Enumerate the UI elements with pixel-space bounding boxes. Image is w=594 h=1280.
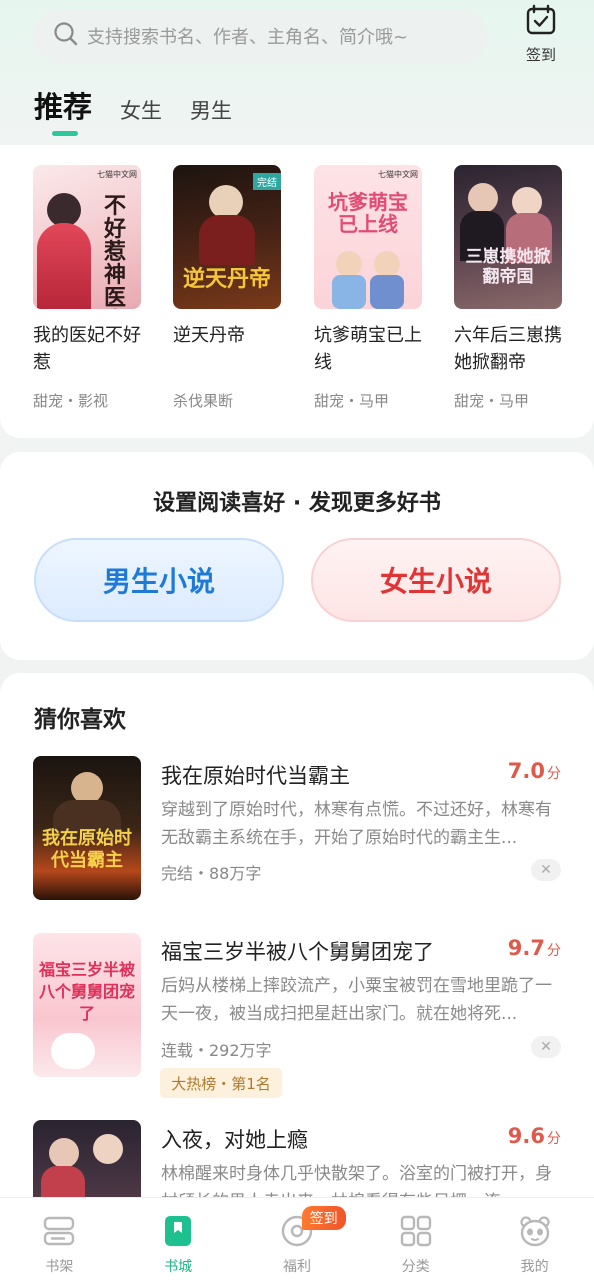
book-meta: 甜宠・马甲	[454, 392, 530, 410]
nav-bookshelf[interactable]: 书架	[0, 1198, 119, 1280]
book-meta: 甜宠・影视	[33, 392, 109, 410]
book-meta: 完结・88万字	[161, 864, 262, 883]
nav-label: 书城	[164, 1259, 193, 1275]
category-tabs: 推荐 女生 男生	[34, 86, 260, 136]
tab-male[interactable]: 男生	[190, 90, 232, 132]
signin-button[interactable]: 签到	[514, 4, 568, 64]
book-cover: 逆天丹帝 完结	[173, 165, 281, 309]
score-unit: 分	[547, 943, 561, 959]
coin-icon	[280, 1215, 314, 1252]
nav-label: 我的	[520, 1259, 549, 1275]
signin-badge: 签到	[301, 1206, 346, 1230]
nav-label: 书架	[45, 1259, 74, 1275]
signin-label: 签到	[525, 46, 556, 64]
grid-icon	[399, 1215, 433, 1252]
search-bar[interactable]: 支持搜索书名、作者、主角名、简介哦~	[33, 9, 488, 63]
bookshelf-icon	[42, 1216, 76, 1252]
nav-bookstore[interactable]: 书城	[119, 1198, 238, 1280]
book-title: 六年后三崽携她掀翻帝	[454, 325, 562, 373]
book-description: 林棉醒来时身体几乎快散架了。浴室的门被打开，身材颀长的男人走出来，林棉看得有些呆…	[161, 1164, 552, 1197]
book-description: 穿越到了原始时代，林寒有点慌。不过还好，林寒有无敌霸主系统在手，开始了原始时代的…	[161, 800, 552, 848]
book-meta: 甜宠・马甲	[314, 392, 390, 410]
book-title[interactable]: 我在原始时代当霸主	[161, 760, 350, 790]
tab-recommend[interactable]: 推荐	[34, 86, 92, 136]
nav-label: 分类	[401, 1259, 430, 1275]
recommended-book[interactable]: 不好惹神医毒妃 七猫中文网 我的医妃不好惹 甜宠・影视	[33, 165, 141, 411]
nav-profile[interactable]: 我的	[475, 1198, 594, 1280]
book-score: 7.0 分	[508, 759, 561, 783]
cover-art-text: 逆天丹帝	[182, 266, 271, 292]
cover-art-text: 福宝三岁半被八个舅舅团宠了	[38, 960, 135, 1023]
search-placeholder: 支持搜索书名、作者、主角名、简介哦~	[87, 27, 409, 48]
score-value: 9.6	[507, 1124, 545, 1148]
cover-art-text: 我在原始时代当霸主	[42, 828, 132, 871]
cover-art-text: 坑爹萌宝已上线	[328, 190, 408, 236]
recommended-book[interactable]: 坑爹萌宝已上线 七猫中文网 坑爹萌宝已上线 甜宠・马甲	[314, 165, 422, 411]
book-title: 我的医妃不好惹	[33, 325, 141, 373]
book-title: 逆天丹帝	[173, 325, 245, 346]
book-cover: 三崽携她掀翻帝国	[454, 165, 562, 309]
dismiss-button[interactable]: ✕	[531, 1036, 561, 1058]
section-title: 猜你喜欢	[34, 707, 126, 733]
panda-profile-icon	[518, 1216, 552, 1252]
publisher-logo: 七猫中文网	[378, 170, 418, 179]
book-description: 后妈从楼梯上摔跤流产，小粟宝被罚在雪地里跪了一天一夜，被当成扫把星赶出家门。就在…	[161, 976, 552, 1024]
book-score: 9.7 分	[508, 936, 561, 960]
score-unit: 分	[547, 766, 561, 782]
nav-label: 福利	[282, 1259, 311, 1275]
nav-welfare[interactable]: 签到 福利	[238, 1198, 357, 1280]
book-title: 坑爹萌宝已上线	[314, 325, 422, 373]
score-value: 7.0	[507, 759, 545, 783]
female-novel-button[interactable]: 女生小说	[311, 538, 561, 622]
book-cover[interactable]: 我在原始时代当霸主	[33, 756, 141, 900]
search-icon	[53, 21, 79, 51]
recommended-book[interactable]: 三崽携她掀翻帝国 六年后三崽携她掀翻帝 甜宠・马甲	[454, 165, 562, 411]
score-value: 9.7	[507, 936, 545, 960]
book-cover: 坑爹萌宝已上线 七猫中文网	[314, 165, 422, 309]
dismiss-button[interactable]: ✕	[531, 859, 561, 881]
complete-tag: 完结	[253, 173, 281, 190]
cover-art-text: 三崽携她掀翻帝国	[465, 247, 551, 287]
book-title[interactable]: 入夜，对她上瘾	[161, 1124, 308, 1154]
close-icon: ✕	[540, 862, 552, 878]
close-icon: ✕	[540, 1039, 552, 1055]
score-unit: 分	[547, 1131, 561, 1147]
publisher-logo: 七猫中文网	[97, 170, 137, 179]
bookstore-icon	[161, 1216, 195, 1252]
calendar-check-icon	[525, 4, 557, 40]
book-score: 9.6 分	[508, 1124, 561, 1148]
book-cover[interactable]: 福宝三岁半被八个舅舅团宠了	[33, 933, 141, 1077]
book-title[interactable]: 福宝三岁半被八个舅舅团宠了	[161, 936, 434, 966]
recommended-book[interactable]: 逆天丹帝 完结 逆天丹帝 杀伐果断	[173, 165, 281, 411]
rank-badge: 大热榜・第1名	[160, 1068, 282, 1098]
tab-female[interactable]: 女生	[120, 90, 162, 132]
bottom-navigation: 书架 书城 签到 福利 分类 我的	[0, 1197, 594, 1280]
cover-art-text: 不好惹神医毒妃	[103, 193, 126, 310]
preference-title: 设置阅读喜好 · 发现更多好书	[153, 491, 441, 516]
book-meta: 连载・292万字	[161, 1041, 272, 1060]
book-meta: 杀伐果断	[173, 392, 234, 410]
male-novel-button[interactable]: 男生小说	[34, 538, 284, 622]
nav-category[interactable]: 分类	[356, 1198, 475, 1280]
book-cover: 不好惹神医毒妃 七猫中文网	[33, 165, 141, 309]
